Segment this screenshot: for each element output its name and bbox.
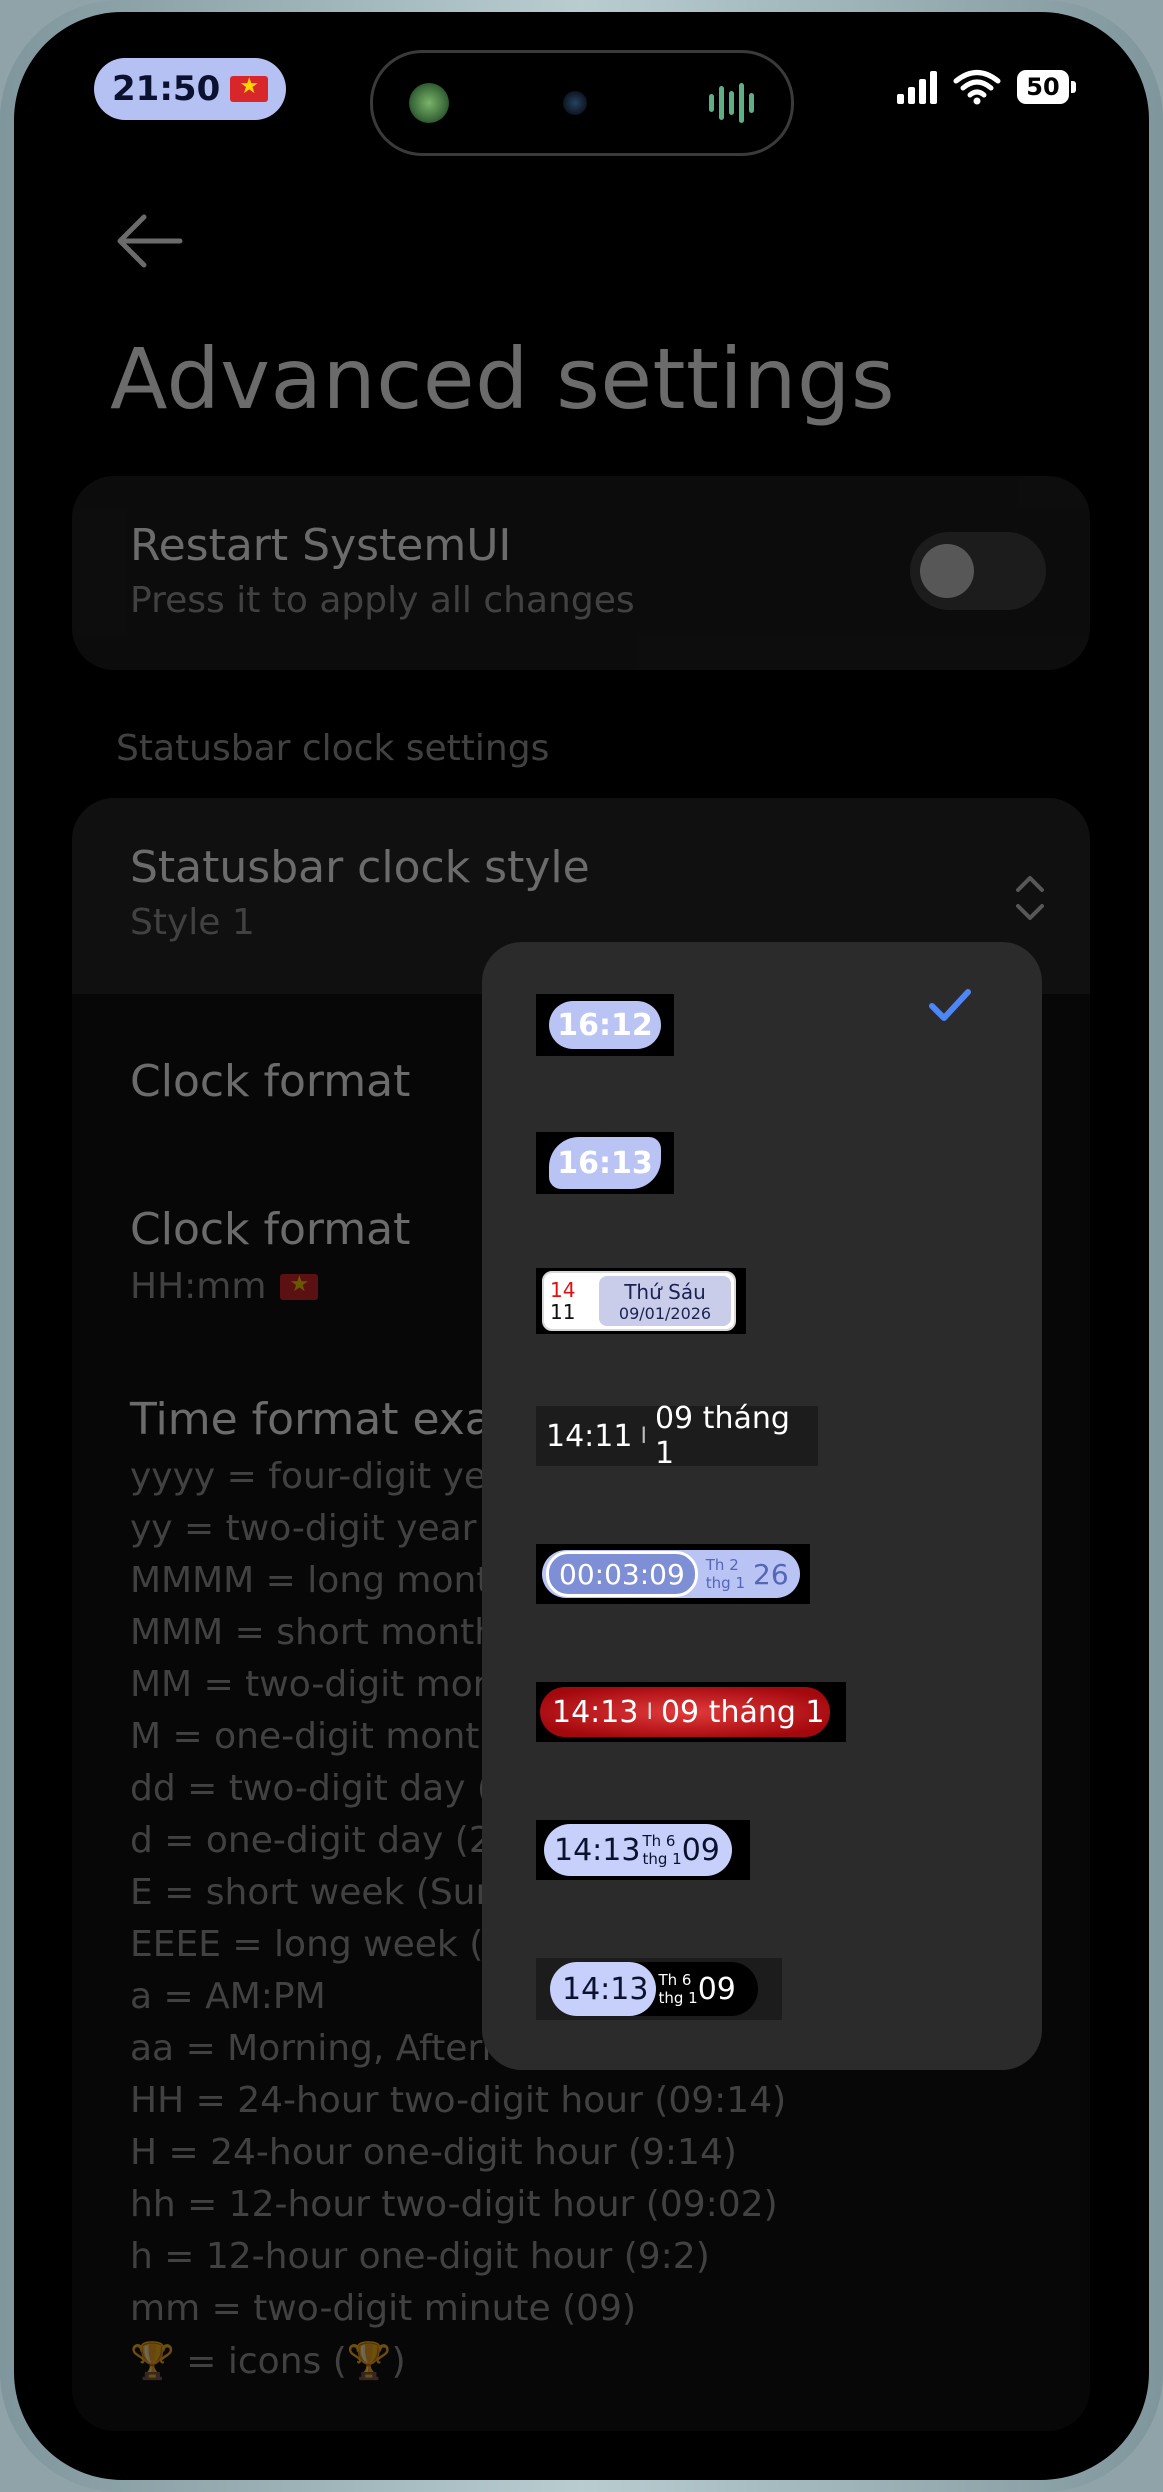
toggle-knob: [920, 544, 974, 598]
time-format-line: E = short week (Sun): [130, 1872, 513, 1913]
time-format-line: aa = Morning, Aftern: [130, 2028, 505, 2069]
preview-time: 14:13: [550, 1962, 657, 2016]
time-format-line: hh = 12-hour two-digit hour (09:02): [130, 2184, 778, 2225]
time-format-line: d = one-digit day (2:: [130, 1820, 504, 1861]
page-title: Advanced settings: [110, 330, 896, 428]
preview-separator: I: [640, 1423, 647, 1449]
battery-level: 50: [1026, 73, 1060, 101]
style-option-7[interactable]: 14:13 Th 6 thg 1 09: [482, 1770, 1042, 1908]
style-preview-3: 14 11 Thứ Sáu 09/01/2026: [536, 1268, 746, 1334]
preview-month: thg 1: [705, 1574, 745, 1592]
preview-weekday: Th 2: [705, 1556, 739, 1574]
style-option-2[interactable]: 16:13: [482, 1080, 1042, 1218]
clock-format-title-2[interactable]: Clock format: [130, 1204, 410, 1255]
style-preview-1: 16:12: [536, 994, 674, 1056]
preview-weekday: Thứ Sáu: [624, 1279, 706, 1304]
preview-month: 11: [550, 1300, 576, 1324]
camera-icon: [563, 91, 587, 115]
time-format-line: h = 12-hour one-digit hour (9:2): [130, 2236, 710, 2277]
wifi-icon: [953, 70, 1001, 105]
time-format-line: mm = two-digit minute (09): [130, 2288, 637, 2329]
restart-systemui-card[interactable]: Restart SystemUI Press it to apply all c…: [72, 476, 1090, 670]
style-preview-2: 16:13: [536, 1132, 674, 1194]
time-format-line: 🏆 = icons (🏆): [130, 2341, 406, 2382]
time-format-line: MMM = short month: [130, 1612, 498, 1653]
preview-day: 14: [550, 1278, 576, 1302]
style-option-1[interactable]: 16:12: [482, 942, 1042, 1080]
clock-style-title: Statusbar clock style: [130, 842, 590, 893]
preview-date: 09 tháng 1: [660, 1694, 825, 1730]
preview-separator: I: [646, 1699, 653, 1725]
clock-format-value-row: HH:mm: [130, 1266, 319, 1307]
screen: Advanced settings Restart SystemUI Press…: [14, 12, 1149, 2480]
time-format-line: yyyy = four-digit yea: [130, 1456, 509, 1497]
checkmark-icon: [929, 989, 971, 1021]
chevron-updown-icon: [1016, 876, 1044, 920]
style-preview-4: 14:11 I 09 tháng 1: [536, 1401, 818, 1471]
preview-weekday: Th 6: [658, 1971, 692, 1989]
clock-format-title[interactable]: Clock format: [130, 1056, 410, 1107]
time-format-line: MM = two-digit mon: [130, 1664, 496, 1705]
time-format-line: MMMM = long mont: [130, 1560, 491, 1601]
preview-date: 09/01/2026: [618, 1303, 712, 1323]
clock-format-value: HH:mm: [130, 1266, 267, 1307]
time-format-line: a = AM:PM: [130, 1976, 326, 2017]
time-format-line: yy = two-digit year (2: [130, 1508, 525, 1549]
preview-time: 16:12: [557, 1007, 653, 1043]
time-format-line: dd = two-digit day (0: [130, 1768, 514, 1809]
time-format-line: HH = 24-hour two-digit hour (09:14): [130, 2080, 787, 2121]
preview-date: 09 tháng 1: [654, 1401, 790, 1471]
time-format-line: H = 24-hour one-digit hour (9:14): [130, 2132, 737, 2173]
style-option-4[interactable]: 14:11 I 09 tháng 1: [482, 1356, 1042, 1494]
preview-day: 26: [753, 1557, 789, 1591]
style-option-5[interactable]: 00:03:09 Th 2 thg 1 26: [482, 1494, 1042, 1632]
time-format-line: EEEE = long week (S: [130, 1924, 507, 1965]
status-time: 21:50: [112, 69, 221, 109]
restart-subtitle: Press it to apply all changes: [130, 580, 635, 621]
preview-month: thg 1: [658, 1989, 698, 2007]
style-option-6[interactable]: 14:13 I 09 tháng 1: [482, 1632, 1042, 1770]
clock-style-value: Style 1: [130, 902, 255, 943]
vietnam-flag-icon: [230, 74, 269, 102]
status-icons: 50: [897, 68, 1076, 106]
battery-icon: 50: [1017, 70, 1076, 104]
status-time-pill: 21:50: [94, 58, 287, 120]
preview-time: 14:11: [546, 1418, 633, 1454]
preview-month: thg 1: [642, 1850, 682, 1868]
time-format-line: M = one-digit month: [130, 1716, 503, 1757]
dynamic-island: [370, 50, 794, 156]
style-option-3[interactable]: 14 11 Thứ Sáu 09/01/2026: [482, 1218, 1042, 1356]
preview-time: 14:13: [554, 1832, 641, 1868]
preview-time: 00:03:09: [546, 1551, 698, 1597]
restart-toggle[interactable]: [910, 532, 1046, 610]
preview-weekday: Th 6: [642, 1832, 676, 1850]
signal-icon: [897, 70, 937, 104]
audio-wave-icon: [709, 81, 754, 125]
style-preview-8: 14:13 Th 6 thg 1 09: [536, 1958, 782, 2020]
style-preview-5: 00:03:09 Th 2 thg 1 26: [536, 1544, 810, 1604]
section-label: Statusbar clock settings: [116, 728, 550, 769]
preview-day: 09: [681, 1832, 720, 1868]
preview-time: 14:13: [552, 1694, 639, 1730]
clock-style-dropdown: 16:12 16:13 14 11 Thứ Sáu 09/01/2026 14:…: [482, 942, 1042, 2070]
style-preview-6: 14:13 I 09 tháng 1: [536, 1682, 846, 1742]
preview-day: 09: [697, 1971, 736, 2007]
time-format-title: Time format exar: [130, 1394, 510, 1445]
back-arrow-icon[interactable]: [110, 202, 188, 280]
preview-time: 16:13: [557, 1145, 653, 1181]
vietnam-flag-icon: [280, 1272, 319, 1300]
style-preview-7: 14:13 Th 6 thg 1 09: [536, 1820, 750, 1880]
app-icon: [409, 83, 449, 123]
style-option-8[interactable]: 14:13 Th 6 thg 1 09: [482, 1908, 1042, 2046]
restart-title: Restart SystemUI: [130, 520, 512, 571]
